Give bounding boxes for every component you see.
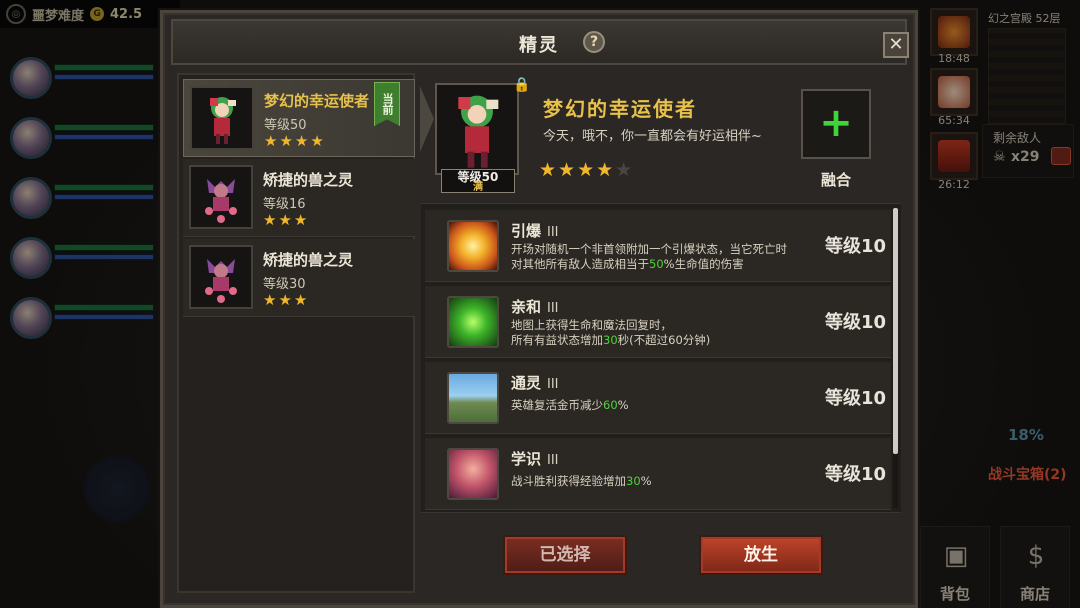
skill-name: 亲和 III [511, 298, 559, 316]
sprite-stars: ★★★★ [264, 132, 326, 150]
release-button[interactable]: 放生 [699, 535, 823, 575]
sprite-thumbnail [189, 245, 253, 309]
skill-list[interactable]: 引爆 III 开场对随机一个非首领附加一个引爆状态，当它死亡时 对其他所有敌人造成… [421, 203, 901, 513]
skill-description: 地图上获得生命和魔法回复时， 所有有益状态增加30秒(不超过60分钟) [511, 318, 711, 347]
leaf-skill-icon [447, 296, 499, 348]
lock-icon[interactable]: 🔒 [513, 77, 530, 93]
portrait-level-badge: 等级50 满 [441, 169, 515, 193]
skill-level: 等级10 [825, 312, 887, 333]
fuse-label: 融合 [820, 171, 851, 189]
sprite-item-lucky-messenger[interactable]: 梦幻的幸运使者 等级50 ★★★★ 当前 [183, 79, 434, 157]
sprite-name: 梦幻的幸运使者 [264, 92, 370, 110]
sprite-thumbnail [190, 86, 254, 150]
skill-row-spiritualism: 通灵 III 英雄复活金币减少60% 等级10 [425, 362, 891, 434]
plus-icon: + [819, 100, 853, 146]
skill-row-affinity: 亲和 III 地图上获得生命和魔法回复时， 所有有益状态增加30秒(不超过60分钟… [425, 286, 891, 358]
current-badge: 当前 [374, 82, 400, 126]
beast-spirit-portrait [205, 259, 237, 303]
sprite-level: 等级50 [264, 118, 307, 133]
modal-title: 精灵 [519, 35, 559, 56]
skill-name: 通灵 III [511, 374, 559, 392]
filled-stars: ★★★★ [539, 159, 616, 181]
sprite-item-beast-spirit[interactable]: 矫捷的兽之灵 等级16 ★★★ [183, 159, 415, 237]
detail-stars: ★★★★★ [539, 159, 634, 181]
skill-description: 开场对随机一个非首领附加一个引爆状态，当它死亡时 对其他所有敌人造成相当于50%… [511, 242, 787, 271]
beast-spirit-portrait [205, 179, 237, 223]
close-button[interactable]: ✕ [883, 32, 909, 58]
sprite-level: 等级16 [263, 197, 306, 212]
detail-portrait [435, 83, 519, 175]
skill-level: 等级10 [825, 388, 887, 409]
sprite-item-beast-spirit[interactable]: 矫捷的兽之灵 等级30 ★★★ [183, 239, 415, 317]
skill-name: 引爆 III [511, 222, 559, 240]
skill-name: 学识 III [511, 450, 559, 468]
sprite-level: 等级30 [263, 277, 306, 292]
sprite-stars: ★★★ [263, 291, 310, 309]
sprite-stars: ★★★ [263, 211, 310, 229]
skill-row-detonate: 引爆 III 开场对随机一个非首领附加一个引爆状态，当它死亡时 对其他所有敌人造成… [425, 210, 891, 282]
empty-star: ★ [615, 159, 635, 181]
detail-description: 今天，哦不，你一直都会有好运相伴~ [543, 129, 762, 144]
sprite-modal: 精灵 ? ✕ 梦幻的幸运使者 等级50 ★★★★ 当前 矫捷的兽之灵 等级16 … [160, 10, 918, 608]
lucky-messenger-portrait [458, 95, 499, 168]
detail-name: 梦幻的幸运使者 [543, 97, 697, 121]
max-level-badge: 满 [473, 182, 483, 193]
tombstone-skill-icon [447, 372, 499, 424]
sprite-thumbnail [189, 165, 253, 229]
scroll-thumb[interactable] [893, 208, 898, 454]
skill-description: 英雄复活金币减少60% [511, 398, 629, 412]
sprite-name: 矫捷的兽之灵 [263, 171, 354, 189]
fuse-button[interactable]: + [801, 89, 871, 159]
modal-header: 精灵 ? ✕ [171, 19, 909, 65]
explosion-skill-icon [447, 220, 499, 272]
skill-row-knowledge: 学识 III 战斗胜利获得经验增加30% 等级10 [425, 438, 891, 510]
sprite-detail: 🔒 等级50 满 梦幻的幸运使者 今天，哦不，你一直都会有好运相伴~ ★★★★★… [421, 73, 909, 593]
selected-button[interactable]: 已选择 [503, 535, 627, 575]
face-skill-icon [447, 448, 499, 500]
help-icon[interactable]: ? [583, 31, 605, 53]
sprite-name: 矫捷的兽之灵 [263, 251, 354, 269]
skill-level: 等级10 [825, 464, 887, 485]
lucky-messenger-portrait [210, 97, 236, 144]
skill-description: 战斗胜利获得经验增加30% [511, 474, 652, 488]
skill-scrollbar[interactable] [893, 208, 898, 508]
sprite-list: 梦幻的幸运使者 等级50 ★★★★ 当前 矫捷的兽之灵 等级16 ★★★ 矫捷的… [177, 73, 434, 593]
skill-level: 等级10 [825, 236, 887, 257]
